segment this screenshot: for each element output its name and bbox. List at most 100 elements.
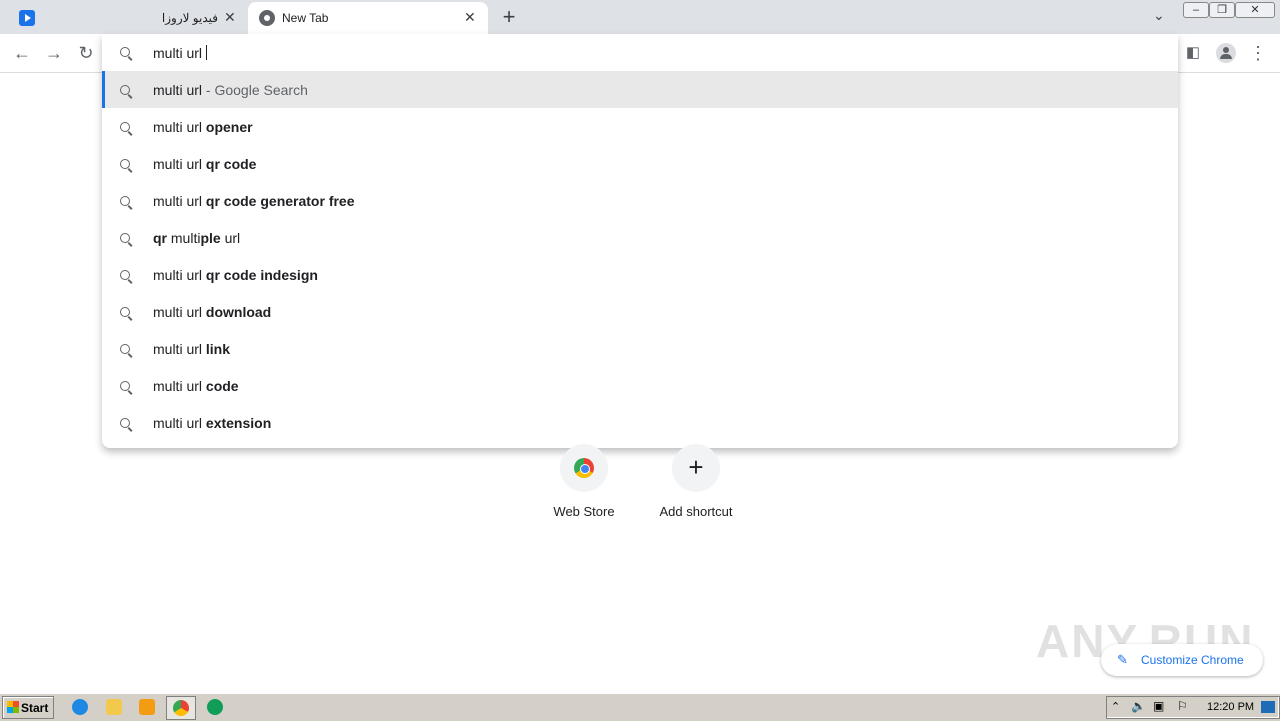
suggestion-completion: code — [205, 378, 239, 394]
suggestion-text: multi url download — [153, 304, 271, 320]
search-icon — [120, 378, 130, 394]
media-player-icon[interactable] — [139, 699, 155, 715]
suggestion-row[interactable]: multi url link — [102, 330, 1178, 367]
close-window-button[interactable]: ✕ — [1235, 2, 1275, 18]
search-icon — [120, 156, 130, 172]
suggestion-text: multi url qr code indesign — [153, 267, 318, 283]
suggestion-text: multi url link — [153, 341, 230, 357]
suggestion-prefix: multi url — [153, 156, 203, 172]
omnibox-dropdown: multi url multi url - Google Search multi… — [102, 34, 1178, 448]
video-player-icon — [19, 10, 35, 26]
webstore-icon — [574, 458, 594, 478]
customize-chrome-button[interactable]: ✎ Customize Chrome — [1101, 644, 1263, 676]
reload-icon[interactable]: ↻ — [74, 41, 98, 65]
suggestion-text: multi url qr code — [153, 156, 256, 172]
suggestion-completion: qr code generator free — [205, 193, 355, 209]
omnibox-text[interactable]: multi url — [153, 45, 207, 61]
tab-new-tab[interactable]: New Tab ✕ — [248, 2, 488, 34]
suggestion-completion: opener — [205, 119, 253, 135]
suggestion-text: multi url opener — [153, 119, 253, 135]
suggestion-text: multi url qr code generator free — [153, 193, 355, 209]
omnibox-input[interactable]: multi url — [102, 34, 1178, 71]
shortcut-label: Add shortcut — [659, 504, 733, 519]
volume-icon[interactable]: 🔈 — [1131, 699, 1146, 713]
shortcut-label: Web Store — [553, 504, 615, 519]
system-tray: ⌃ 🔈 ▣ ⚐ 12:20 PM — [1106, 696, 1280, 719]
suggestion-text: qr multiple url — [153, 230, 241, 246]
customize-label: Customize Chrome — [1141, 653, 1244, 667]
ie-icon[interactable] — [72, 699, 88, 715]
search-icon — [120, 304, 130, 320]
suggestion-prefix: multi url — [153, 267, 203, 283]
suggestion-prefix: multi url — [153, 193, 203, 209]
tab-strip: فيديو لاروزا ✕ New Tab ✕ + ⌄ – ❐ ✕ — [0, 0, 1280, 34]
start-label: Start — [21, 701, 49, 715]
suggestion-row[interactable]: multi url download — [102, 293, 1178, 330]
search-icon — [120, 230, 130, 246]
show-desktop-icon[interactable] — [1261, 701, 1275, 713]
suggestion-prefix: multi url — [153, 82, 203, 98]
taskbar: Start ⌃ 🔈 ▣ ⚐ 12:20 PM — [0, 693, 1280, 721]
search-icon — [120, 193, 130, 209]
suggestion-row[interactable]: multi url - Google Search — [102, 71, 1178, 108]
suggestion-completion: link — [205, 341, 231, 357]
chevron-down-icon[interactable]: ⌄ — [1153, 7, 1165, 24]
suggestion-row[interactable]: multi url opener — [102, 108, 1178, 145]
start-button[interactable]: Start — [2, 696, 54, 719]
close-icon[interactable]: ✕ — [464, 9, 476, 26]
side-panel-icon[interactable]: ◧ — [1181, 41, 1205, 65]
suggestion-completion: extension — [205, 415, 272, 431]
forward-icon[interactable]: → — [42, 41, 66, 65]
chrome-icon — [173, 700, 189, 716]
windows-flag-icon — [7, 701, 19, 713]
suggestion-row[interactable]: qr multiple url — [102, 219, 1178, 256]
chrome-icon — [259, 10, 275, 26]
suggestion-completion: qr code — [205, 156, 257, 172]
shortcut-tile — [560, 444, 608, 492]
plus-icon: + — [688, 452, 704, 482]
search-icon — [120, 44, 130, 62]
close-icon[interactable]: ✕ — [224, 9, 236, 26]
folder-icon[interactable] — [106, 699, 122, 715]
pencil-icon: ✎ — [1117, 652, 1128, 667]
search-icon — [120, 341, 130, 357]
menu-kebab-icon[interactable]: ⋮ — [1246, 41, 1270, 65]
shortcut-add[interactable]: + Add shortcut — [636, 444, 756, 519]
suggestion-text: multi url extension — [153, 415, 271, 431]
chrome-taskbar-button[interactable] — [166, 696, 196, 720]
profile-avatar-icon[interactable] — [1214, 41, 1238, 65]
tab-video[interactable]: فيديو لاروزا ✕ — [0, 2, 246, 34]
shortcut-tile: + — [672, 444, 720, 492]
back-icon[interactable]: ← — [10, 41, 34, 65]
suggestion-row[interactable]: multi url qr code — [102, 145, 1178, 182]
edge-icon[interactable] — [207, 699, 223, 715]
suggestion-prefix: multi url — [153, 304, 203, 320]
suggestion-text: multi url - Google Search — [153, 82, 308, 98]
suggestion-prefix: multi url — [153, 119, 203, 135]
restore-button[interactable]: ❐ — [1209, 2, 1235, 18]
tab-title: فيديو لاروزا — [161, 11, 218, 25]
suggestion-prefix: multi url — [153, 341, 203, 357]
suggestion-row[interactable]: multi url extension — [102, 404, 1178, 441]
search-icon — [120, 267, 130, 283]
suggestion-row[interactable]: multi url qr code indesign — [102, 256, 1178, 293]
suggestion-row[interactable]: multi url qr code generator free — [102, 182, 1178, 219]
suggestion-prefix: multi url — [153, 415, 203, 431]
tab-title: New Tab — [282, 11, 329, 25]
suggestion-completion: qr code indesign — [205, 267, 318, 283]
chevron-up-icon[interactable]: ⌃ — [1111, 700, 1120, 713]
search-icon — [120, 119, 130, 135]
suggestion-suffix: Google Search — [214, 82, 308, 98]
suggestion-completion: download — [205, 304, 272, 320]
suggestion-row[interactable]: multi url code — [102, 367, 1178, 404]
network-icon[interactable]: ▣ — [1153, 699, 1164, 713]
suggestion-prefix: multi url — [153, 378, 203, 394]
search-icon — [120, 415, 130, 431]
clock: 12:20 PM — [1207, 701, 1255, 713]
suggestion-text: multi url code — [153, 378, 239, 394]
minimize-button[interactable]: – — [1183, 2, 1209, 18]
shortcut-web-store[interactable]: Web Store — [524, 444, 644, 519]
new-tab-button[interactable]: + — [498, 4, 520, 30]
search-icon — [120, 82, 130, 98]
flag-icon[interactable]: ⚐ — [1177, 699, 1188, 713]
